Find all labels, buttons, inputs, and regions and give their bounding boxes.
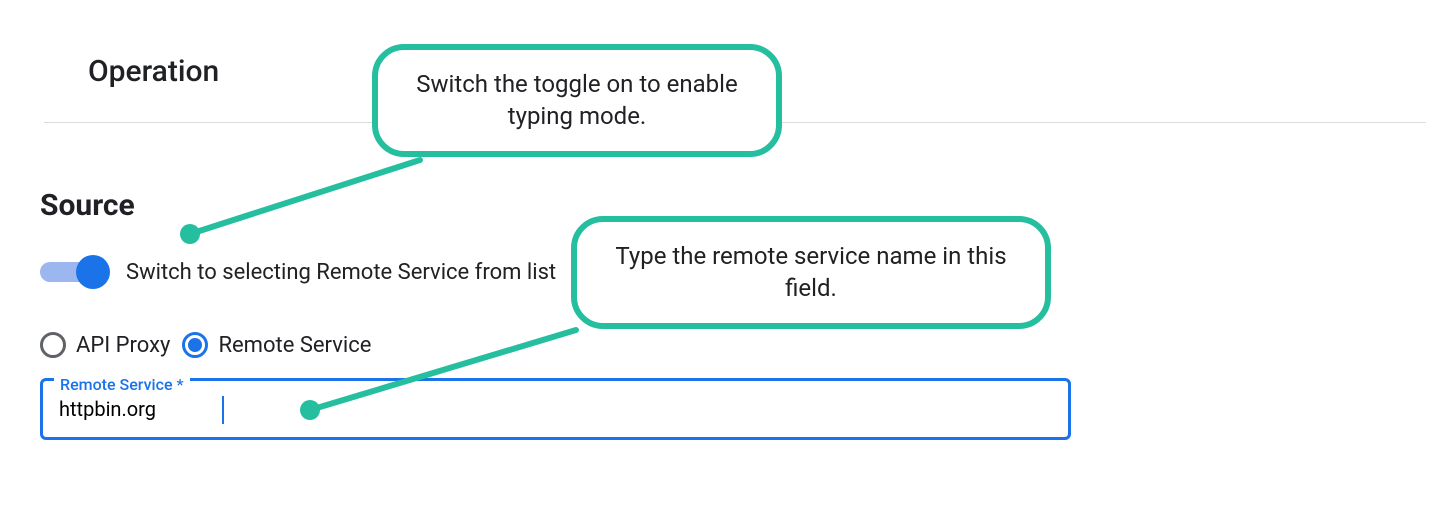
radio-remote-service-label: Remote Service [218, 333, 371, 358]
radio-on-icon [182, 332, 208, 358]
remote-service-field[interactable]: Remote Service * [40, 378, 1071, 440]
callout-toggle-hint: Switch the toggle on to enable typing mo… [372, 44, 782, 157]
radio-remote-service[interactable]: Remote Service [182, 332, 371, 358]
typing-mode-toggle[interactable] [40, 255, 110, 289]
toggle-label: Switch to selecting Remote Service from … [126, 260, 556, 285]
radio-api-proxy-label: API Proxy [76, 333, 170, 358]
callout-field-hint: Type the remote service name in this fie… [571, 216, 1051, 329]
source-heading: Source [40, 188, 135, 223]
operation-heading: Operation [88, 54, 219, 89]
remote-service-input[interactable] [43, 381, 1068, 437]
text-caret [222, 396, 224, 424]
radio-off-icon [40, 332, 66, 358]
radio-api-proxy[interactable]: API Proxy [40, 332, 170, 358]
